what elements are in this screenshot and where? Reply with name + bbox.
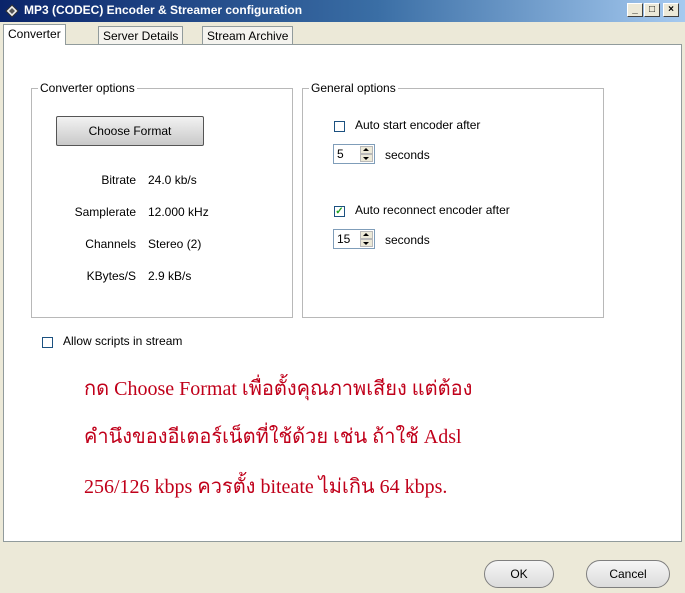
- spin-up-arrow-icon[interactable]: [360, 231, 373, 239]
- maximize-button[interactable]: □: [644, 3, 660, 17]
- kbytes-value: 2.9 kB/s: [148, 269, 192, 283]
- auto-start-unit: seconds: [385, 148, 430, 162]
- tab-converter[interactable]: Converter: [3, 24, 66, 45]
- general-options-label: General options: [309, 81, 398, 95]
- allow-scripts-checkbox[interactable]: [42, 337, 53, 348]
- config-window: MP3 (CODEC) Encoder & Streamer configura…: [0, 0, 685, 593]
- channels-label: Channels: [85, 237, 136, 251]
- converter-panel: Converter options Choose Format Bitrate …: [3, 44, 682, 542]
- allow-scripts-label: Allow scripts in stream: [63, 334, 183, 348]
- tab-server-details[interactable]: Server Details: [98, 26, 184, 44]
- converter-options-label: Converter options: [38, 81, 137, 95]
- spin-up-arrow-icon[interactable]: [360, 146, 373, 154]
- spin-down-arrow-icon[interactable]: [360, 239, 373, 247]
- annotation-line-2: คำนึงของอีเตอร์เน็ตที่ใช้ด้วย เช่น ถ้าใช…: [84, 426, 462, 448]
- checkmark-icon: ✓: [335, 206, 344, 217]
- auto-reconnect-seconds-value[interactable]: 15: [337, 232, 350, 246]
- app-icon: [5, 4, 19, 18]
- button-bar: OK Cancel: [0, 542, 685, 593]
- minimize-button[interactable]: _: [627, 3, 643, 17]
- choose-format-button[interactable]: Choose Format: [56, 116, 204, 146]
- window-title: MP3 (CODEC) Encoder & Streamer configura…: [24, 3, 303, 17]
- auto-start-seconds-value[interactable]: 5: [337, 147, 344, 161]
- auto-start-seconds-spinner[interactable]: 5: [333, 144, 375, 164]
- annotation-line-3: 256/126 kbps ควรตั้ง biteate ไม่เกิน 64 …: [84, 476, 448, 498]
- general-options-group: General options Auto start encoder after…: [302, 81, 604, 318]
- tab-stream-archive[interactable]: Stream Archive: [202, 26, 294, 44]
- auto-reconnect-unit: seconds: [385, 233, 430, 247]
- kbytes-label: KBytes/S: [86, 269, 136, 283]
- bitrate-label: Bitrate: [101, 173, 136, 187]
- annotation-line-1: กด Choose Format เพื่อตั้งคุณภาพเสียง แต…: [84, 378, 473, 400]
- spin-down-arrow-icon[interactable]: [360, 154, 373, 162]
- auto-reconnect-label: Auto reconnect encoder after: [355, 203, 510, 217]
- cancel-button[interactable]: Cancel: [586, 560, 670, 588]
- channels-value: Stereo (2): [148, 237, 202, 251]
- ok-button[interactable]: OK: [484, 560, 554, 588]
- samplerate-value: 12.000 kHz: [148, 205, 209, 219]
- auto-reconnect-seconds-spinner[interactable]: 15: [333, 229, 375, 249]
- auto-start-checkbox[interactable]: [334, 121, 345, 132]
- bitrate-value: 24.0 kb/s: [148, 173, 197, 187]
- samplerate-label: Samplerate: [74, 205, 136, 219]
- title-bar[interactable]: MP3 (CODEC) Encoder & Streamer configura…: [0, 0, 685, 22]
- auto-reconnect-checkbox[interactable]: ✓: [334, 206, 345, 217]
- auto-start-label: Auto start encoder after: [355, 118, 481, 132]
- close-button[interactable]: ×: [663, 3, 679, 17]
- converter-options-group: Converter options Choose Format Bitrate …: [31, 81, 293, 318]
